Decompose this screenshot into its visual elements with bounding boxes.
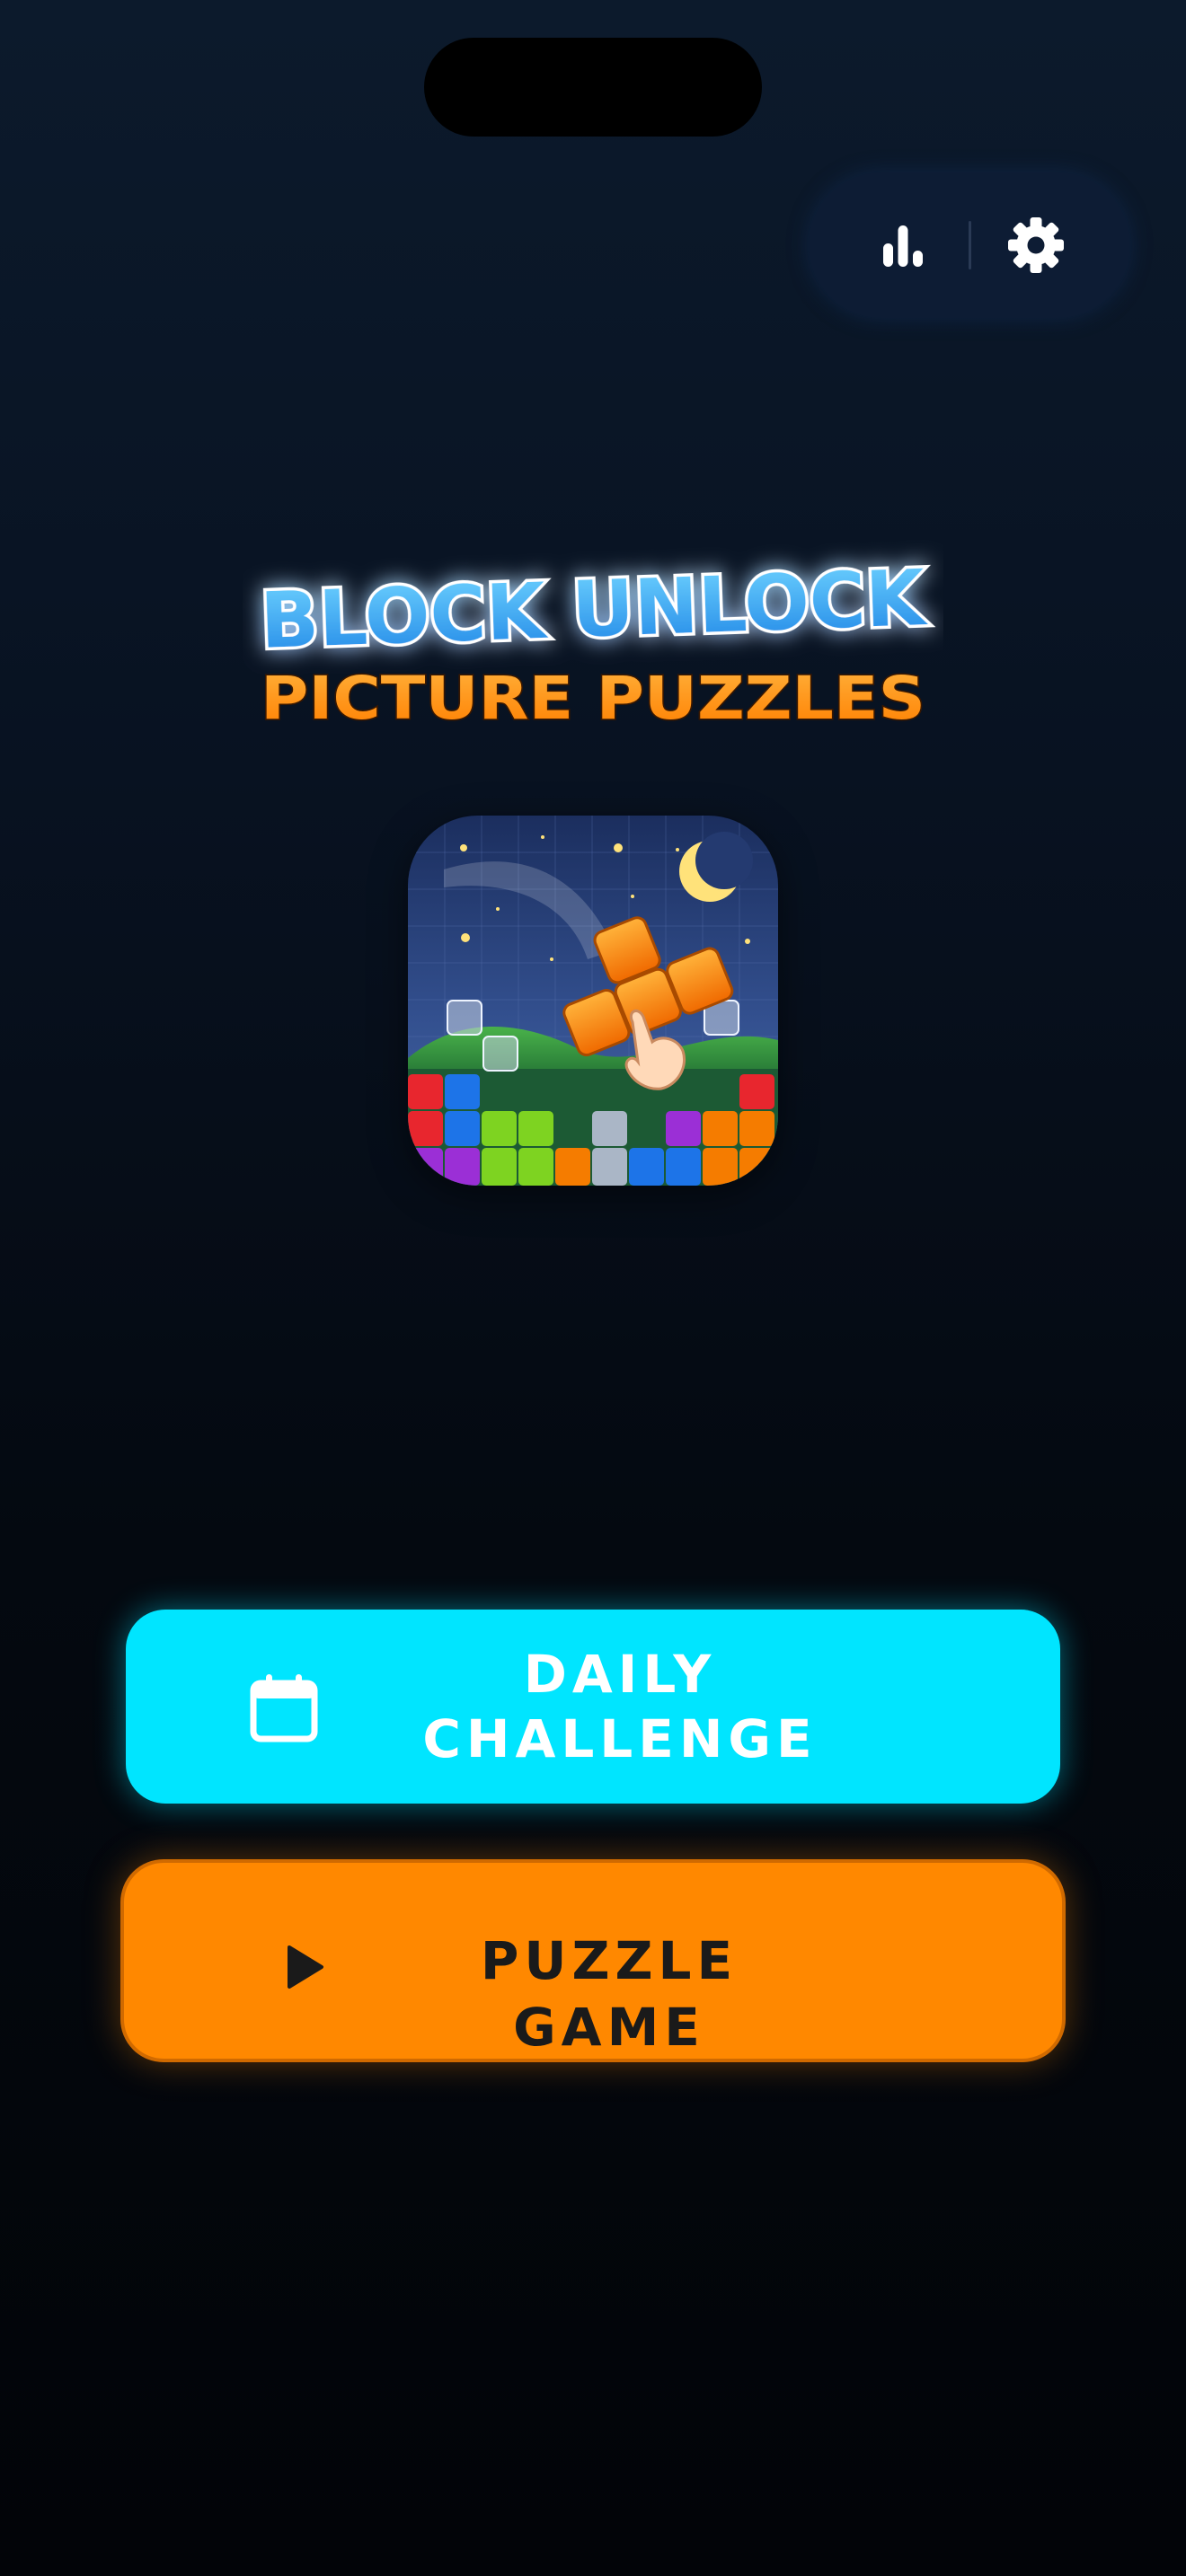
daily-challenge-button[interactable]: DAILY CHALLENGE xyxy=(126,1610,1060,1804)
calendar-icon xyxy=(248,1672,320,1744)
gear-icon xyxy=(1008,217,1064,273)
daily-challenge-label: DAILY CHALLENGE xyxy=(422,1644,818,1769)
top-action-pill xyxy=(809,172,1130,318)
settings-button[interactable] xyxy=(978,172,1094,318)
play-icon xyxy=(268,1931,340,2003)
home-screen: BLOCK UNLOCK PICTURE PUZZLES DAILY CHALL… xyxy=(0,0,1186,2576)
logo-title-line-2: PICTURE PUZZLES xyxy=(261,664,925,733)
puzzle-game-button[interactable]: PUZZLE GAME xyxy=(120,1859,1066,2062)
game-logo: BLOCK UNLOCK PICTURE PUZZLES xyxy=(243,539,943,754)
puzzle-game-label: PUZZLE GAME xyxy=(480,1930,739,2058)
stats-button[interactable] xyxy=(845,172,961,318)
logo-title-line-1: BLOCK UNLOCK xyxy=(259,553,929,666)
dynamic-island xyxy=(424,38,762,137)
hero-artwork xyxy=(408,816,778,1186)
leaderboard-bars-icon xyxy=(883,225,923,267)
pill-divider xyxy=(969,221,971,269)
